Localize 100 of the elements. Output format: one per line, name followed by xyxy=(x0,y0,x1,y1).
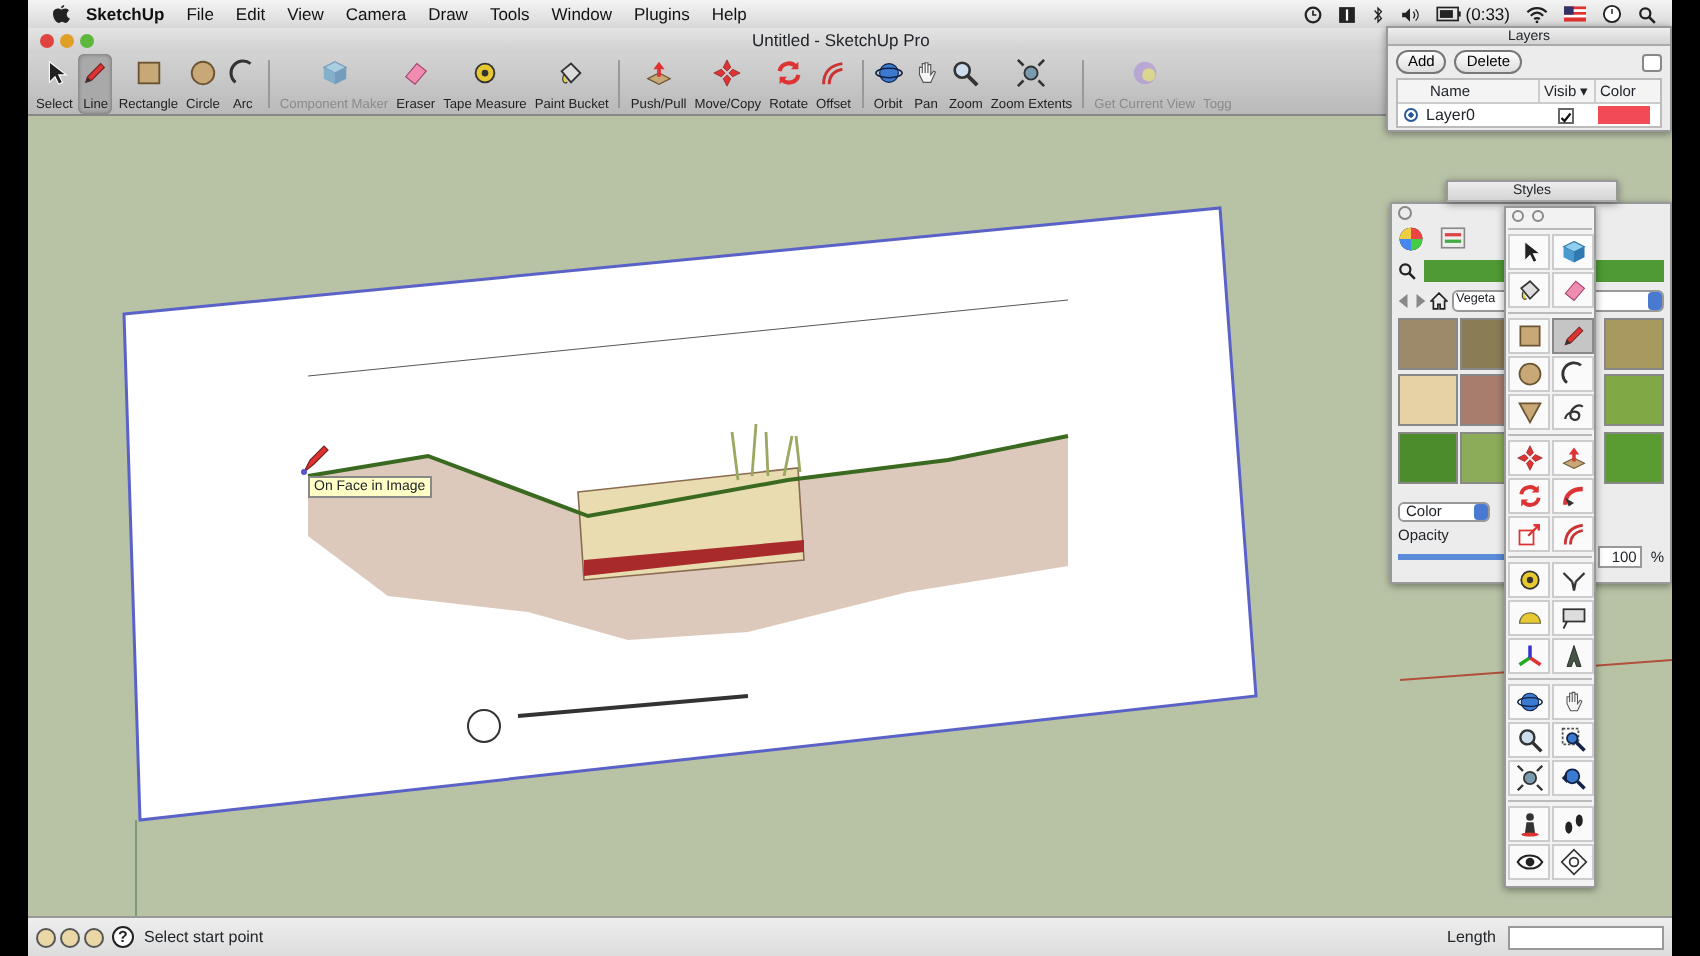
visibility-checkbox[interactable] xyxy=(1558,107,1574,124)
menu-item[interactable]: Camera xyxy=(345,1,407,27)
menu-item[interactable]: Tools xyxy=(489,1,530,27)
tool-button[interactable] xyxy=(1508,562,1550,598)
minimize-button[interactable] xyxy=(1532,210,1544,222)
dimension-icon xyxy=(1559,566,1587,594)
pencil-cursor-icon xyxy=(301,445,329,475)
search-icon[interactable] xyxy=(1638,5,1656,23)
layer-color-swatch[interactable] xyxy=(1598,106,1650,125)
search-icon[interactable] xyxy=(1398,261,1416,279)
clock-icon[interactable] xyxy=(1303,5,1322,23)
eye-icon xyxy=(1515,848,1543,876)
square-icon xyxy=(133,57,164,87)
zoom-extents-icon xyxy=(1016,57,1047,87)
circle-icon xyxy=(1515,360,1543,388)
material-swatch[interactable] xyxy=(1604,374,1664,427)
material-swatch[interactable] xyxy=(1398,431,1458,484)
pencil-icon xyxy=(80,57,111,87)
tool-button[interactable] xyxy=(1508,234,1550,270)
sphere-icon xyxy=(1129,57,1160,87)
tool-button[interactable] xyxy=(1508,722,1550,758)
tool-button[interactable] xyxy=(1552,638,1594,674)
tool-button[interactable] xyxy=(1508,806,1550,842)
help-button[interactable]: ? xyxy=(112,926,134,948)
previous-view-icon xyxy=(1559,764,1587,792)
bluetooth-icon[interactable] xyxy=(1371,5,1384,23)
tool-button[interactable] xyxy=(1508,318,1550,354)
menu-dropdown-button[interactable] xyxy=(1642,53,1662,71)
person-icon xyxy=(1515,810,1543,838)
orbit-icon xyxy=(873,57,904,87)
arc-icon xyxy=(1559,360,1587,388)
color-wheel-icon[interactable] xyxy=(1398,225,1424,251)
eraser-icon xyxy=(1559,276,1587,304)
menu-item[interactable]: File xyxy=(186,1,214,27)
wifi-icon[interactable] xyxy=(1526,5,1548,23)
tape-measure-icon xyxy=(469,57,500,87)
clock-icon[interactable] xyxy=(1602,4,1622,24)
active-layer-radio[interactable] xyxy=(1404,108,1418,123)
tool-button[interactable] xyxy=(1552,394,1594,430)
zoom-window-icon xyxy=(1559,726,1587,754)
close-button[interactable] xyxy=(1512,210,1524,222)
forward-icon[interactable] xyxy=(1414,293,1426,307)
flag-icon[interactable] xyxy=(1564,6,1586,22)
home-icon[interactable] xyxy=(1430,291,1448,309)
orbit-icon xyxy=(1515,688,1543,716)
app-menu[interactable]: SketchUp xyxy=(86,1,165,27)
tool-button[interactable] xyxy=(1508,394,1550,430)
tool-button[interactable] xyxy=(1508,356,1550,392)
close-button[interactable] xyxy=(1398,206,1412,220)
axes-icon xyxy=(1515,642,1543,670)
tool-button[interactable] xyxy=(1508,760,1550,796)
magnifier-icon xyxy=(1515,726,1543,754)
layer-name: Layer0 xyxy=(1426,103,1475,128)
four-arrows-icon xyxy=(1515,444,1543,472)
tool-button[interactable] xyxy=(1552,562,1594,598)
tape-measure-icon xyxy=(1515,566,1543,594)
menu-item[interactable]: Help xyxy=(711,1,747,27)
scale-icon xyxy=(1515,520,1543,548)
tool-button[interactable] xyxy=(1552,806,1594,842)
material-swatch[interactable] xyxy=(1604,318,1664,370)
tool-button[interactable] xyxy=(1552,844,1594,880)
tool-button[interactable] xyxy=(1552,356,1594,392)
square-icon xyxy=(1515,322,1543,350)
axis-line xyxy=(135,819,137,916)
battery-icon[interactable] xyxy=(1435,6,1462,22)
squiggle-icon xyxy=(1559,398,1587,426)
tool-button[interactable] xyxy=(1552,760,1594,796)
length-field[interactable] xyxy=(1508,925,1664,949)
menu-item[interactable]: Window xyxy=(551,1,613,27)
material-swatch[interactable] xyxy=(1604,431,1664,484)
window-title: Untitled - SketchUp Pro xyxy=(752,28,930,54)
menu-item[interactable]: Plugins xyxy=(634,1,690,27)
four-arrows-icon xyxy=(712,57,743,87)
footprints-icon xyxy=(1559,810,1587,838)
tool-button[interactable] xyxy=(1552,600,1594,636)
offset-icon xyxy=(1559,520,1587,548)
back-icon[interactable] xyxy=(1398,293,1410,307)
cube-icon xyxy=(319,57,350,87)
menu-item[interactable]: Draw xyxy=(428,1,468,27)
speaker-icon[interactable] xyxy=(1399,5,1420,23)
offset-icon xyxy=(818,57,849,87)
menu-item[interactable]: View xyxy=(287,1,324,27)
text-label-icon xyxy=(1559,604,1587,632)
tool-button[interactable] xyxy=(1508,844,1550,880)
tool-button[interactable] xyxy=(1508,272,1550,308)
status-message: Select start point xyxy=(144,925,264,949)
push-pull-icon xyxy=(643,57,674,87)
cube-icon xyxy=(1559,238,1587,266)
close-button[interactable] xyxy=(40,34,54,48)
tool-button[interactable] xyxy=(1508,684,1550,720)
apple-logo-icon xyxy=(52,4,70,24)
rotate-icon xyxy=(1515,482,1543,510)
tool-button[interactable] xyxy=(1552,722,1594,758)
display-icon[interactable] xyxy=(1337,5,1356,23)
pencil-icon xyxy=(1559,322,1587,350)
magnifier-icon xyxy=(950,57,981,87)
circle-icon xyxy=(187,57,218,87)
material-swatch[interactable] xyxy=(1398,374,1458,427)
menu-item[interactable]: Edit xyxy=(235,1,266,27)
material-swatch[interactable] xyxy=(1398,318,1458,370)
